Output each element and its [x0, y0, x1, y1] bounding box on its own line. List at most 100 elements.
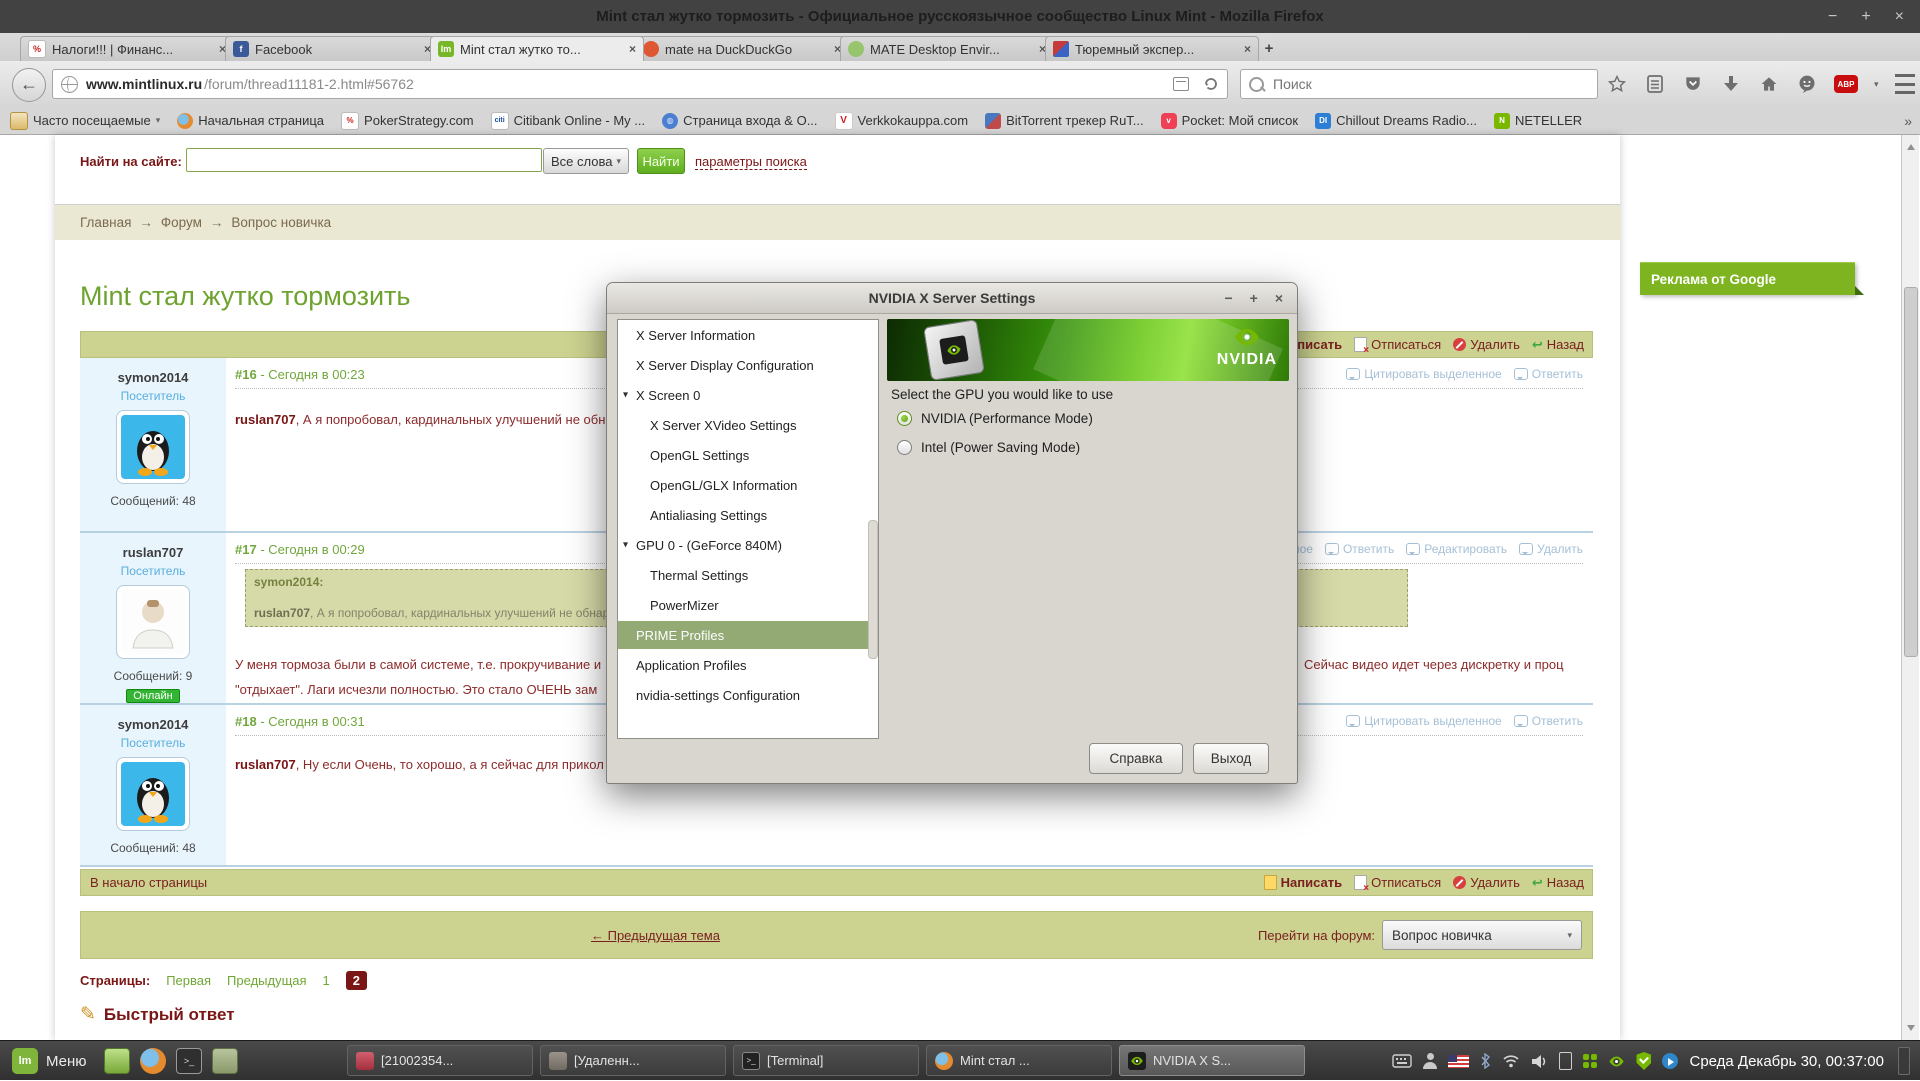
software-updates-icon[interactable]	[1583, 1054, 1597, 1068]
tree-item-prime-profiles-selected[interactable]: PRIME Profiles	[618, 621, 878, 649]
taskbar-clock[interactable]: Среда Декабрь 30, 00:37:00	[1689, 1053, 1884, 1070]
bookmark-verkkokauppa[interactable]: V Verkkokauppa.com	[835, 112, 969, 130]
bookmark-pokerstrategy[interactable]: % PokerStrategy.com	[341, 112, 474, 130]
search-input[interactable]	[1271, 75, 1589, 93]
adblock-dropdown-icon[interactable]: ▾	[1874, 79, 1879, 90]
unsubscribe-link[interactable]: Отписаться	[1354, 337, 1441, 352]
post-number[interactable]: #18	[235, 714, 257, 729]
bookmark-frequent[interactable]: Часто посещаемые ▾	[10, 112, 160, 130]
update-shield-icon[interactable]	[1636, 1052, 1651, 1070]
show-desktop-button[interactable]	[1898, 1047, 1910, 1075]
edit-link[interactable]: Редактировать	[1406, 542, 1507, 556]
tree-item-x-screen-0[interactable]: ▾X Screen 0	[618, 380, 878, 410]
maximize-icon[interactable]: +	[1861, 0, 1870, 33]
bookmark-star-icon[interactable]	[1606, 73, 1628, 95]
wifi-icon[interactable]	[1502, 1054, 1520, 1068]
bookmarks-overflow-icon[interactable]: »	[1904, 113, 1912, 129]
help-button[interactable]: Справка	[1089, 743, 1183, 774]
adblock-plus-icon[interactable]: ABP	[1834, 75, 1858, 93]
tree-item-thermal-settings[interactable]: Thermal Settings	[618, 560, 878, 590]
tree-item-application-profiles[interactable]: Application Profiles	[618, 650, 878, 680]
keyboard-layout-icon[interactable]	[1392, 1054, 1412, 1068]
tab-prison[interactable]: Тюремный экспер... ×	[1045, 36, 1259, 61]
bookmark-login-page[interactable]: ◍ Страница входа & O...	[662, 113, 817, 129]
tab-facebook[interactable]: f Facebook ×	[225, 36, 439, 61]
radio-nvidia-performance[interactable]: NVIDIA (Performance Mode)	[897, 411, 1093, 426]
bookmark-home-page[interactable]: Начальная страница	[177, 113, 324, 129]
delete-link[interactable]: Удалить	[1453, 337, 1520, 352]
tab-mint-forum-active[interactable]: lm Mint стал жутко то... ×	[430, 36, 644, 61]
delete-link[interactable]: Удалить	[1453, 875, 1520, 890]
device-icon[interactable]	[1559, 1052, 1572, 1070]
site-search-input[interactable]	[186, 148, 542, 172]
tree-item-gpu-0[interactable]: ▾GPU 0 - (GeForce 840M)	[618, 530, 878, 560]
mint-menu-button[interactable]: lm Меню	[6, 1046, 93, 1076]
unsubscribe-link[interactable]: Отписаться	[1354, 875, 1441, 890]
back-link[interactable]: ↩ Назад	[1532, 337, 1584, 353]
breadcrumb-home-link[interactable]: Главная	[80, 215, 131, 230]
dialog-close-icon[interactable]: ×	[1275, 283, 1283, 313]
taskbar-window-transmission[interactable]: [21002354...	[347, 1045, 533, 1076]
quote-selected-link[interactable]: Цитировать выделенное	[1346, 714, 1501, 728]
reply-link[interactable]: Ответить	[1325, 542, 1394, 556]
tab-duckduckgo[interactable]: mate на DuckDuckGo ×	[635, 36, 849, 61]
write-link[interactable]: Написать	[1264, 875, 1342, 890]
downloads-icon[interactable]	[1720, 73, 1742, 95]
reply-link[interactable]: Ответить	[1514, 367, 1583, 381]
breadcrumb-forum-link[interactable]: Форум	[161, 215, 202, 230]
taskbar-window-firefox[interactable]: Mint стал ...	[926, 1045, 1112, 1076]
user-applet-icon[interactable]	[1423, 1053, 1437, 1069]
avatar[interactable]	[116, 585, 190, 659]
terminal-launcher-icon[interactable]: >_	[176, 1048, 202, 1074]
dialog-titlebar[interactable]: NVIDIA X Server Settings	[607, 283, 1297, 314]
tree-scrollbar[interactable]	[868, 520, 878, 659]
author-name[interactable]: symon2014	[80, 717, 226, 732]
taskbar-window-terminal[interactable]: >_ [Terminal]	[733, 1045, 919, 1076]
post-number[interactable]: #16	[235, 367, 257, 382]
menu-hamburger-icon[interactable]	[1895, 74, 1915, 94]
scroll-down-icon[interactable]	[1907, 1025, 1915, 1035]
chat-smiley-icon[interactable]	[1796, 73, 1818, 95]
previous-topic-link[interactable]: ← Предыдущая тема	[591, 912, 720, 958]
tree-item-opengl-settings[interactable]: OpenGL Settings	[618, 440, 878, 470]
bookmark-citibank[interactable]: citi Citibank Online - My ...	[491, 112, 646, 130]
page-scrollbar[interactable]	[1901, 135, 1919, 1040]
avatar[interactable]	[116, 410, 190, 484]
delete-post-link[interactable]: Удалить	[1519, 542, 1583, 556]
quick-reply[interactable]: ✎ Быстрый ответ	[80, 1003, 235, 1026]
files-launcher-icon[interactable]	[104, 1048, 130, 1074]
close-icon[interactable]: ×	[1895, 0, 1904, 33]
home-icon[interactable]	[1758, 73, 1780, 95]
taskbar-window-remote[interactable]: [Удаленн...	[540, 1045, 726, 1076]
tree-item-nvidia-settings-configuration[interactable]: nvidia-settings Configuration	[618, 680, 878, 710]
to-top-link[interactable]: В начало страницы	[81, 875, 207, 890]
goto-forum-select[interactable]: Вопрос новичка ▾	[1382, 920, 1582, 950]
reply-link[interactable]: Ответить	[1514, 714, 1583, 728]
post-number[interactable]: #17	[235, 542, 257, 557]
tree-item-x-server-display-configuration[interactable]: X Server Display Configuration	[618, 350, 878, 380]
page-prev-link[interactable]: Предыдущая	[227, 973, 307, 988]
expander-icon[interactable]: ▾	[623, 390, 628, 401]
back-link[interactable]: ↩ Назад	[1532, 875, 1584, 891]
tree-item-xvideo-settings[interactable]: X Server XVideo Settings	[618, 410, 878, 440]
bookmarks-menu-icon[interactable]	[1644, 73, 1666, 95]
media-applet-icon[interactable]	[1662, 1053, 1678, 1069]
site-search-button[interactable]: Найти	[637, 148, 685, 174]
site-search-select[interactable]: Все слова ▾	[543, 148, 629, 174]
google-ad-ribbon[interactable]: Реклама от Google	[1640, 262, 1855, 295]
expander-icon[interactable]: ▾	[623, 540, 628, 551]
search-bar[interactable]	[1240, 69, 1598, 99]
tree-item-opengl-glx-information[interactable]: OpenGL/GLX Information	[618, 470, 878, 500]
scrollbar-thumb[interactable]	[1904, 287, 1918, 657]
tab-close-icon[interactable]: ×	[1244, 42, 1251, 56]
tab-nalogi[interactable]: % Налоги!!! | Финанс... ×	[20, 36, 234, 61]
taskbar-window-nvidia-active[interactable]: NVIDIA X S...	[1119, 1045, 1305, 1076]
page-1-link[interactable]: 1	[323, 973, 330, 988]
avatar[interactable]	[116, 757, 190, 831]
reader-mode-icon[interactable]	[1173, 77, 1189, 91]
search-params-link[interactable]: параметры поиска	[695, 154, 807, 170]
new-tab-button[interactable]: +	[1256, 39, 1282, 59]
firefox-launcher-icon[interactable]	[140, 1048, 166, 1074]
tree-item-powermizer[interactable]: PowerMizer	[618, 590, 878, 620]
tree-item-x-server-information[interactable]: X Server Information	[618, 320, 878, 350]
